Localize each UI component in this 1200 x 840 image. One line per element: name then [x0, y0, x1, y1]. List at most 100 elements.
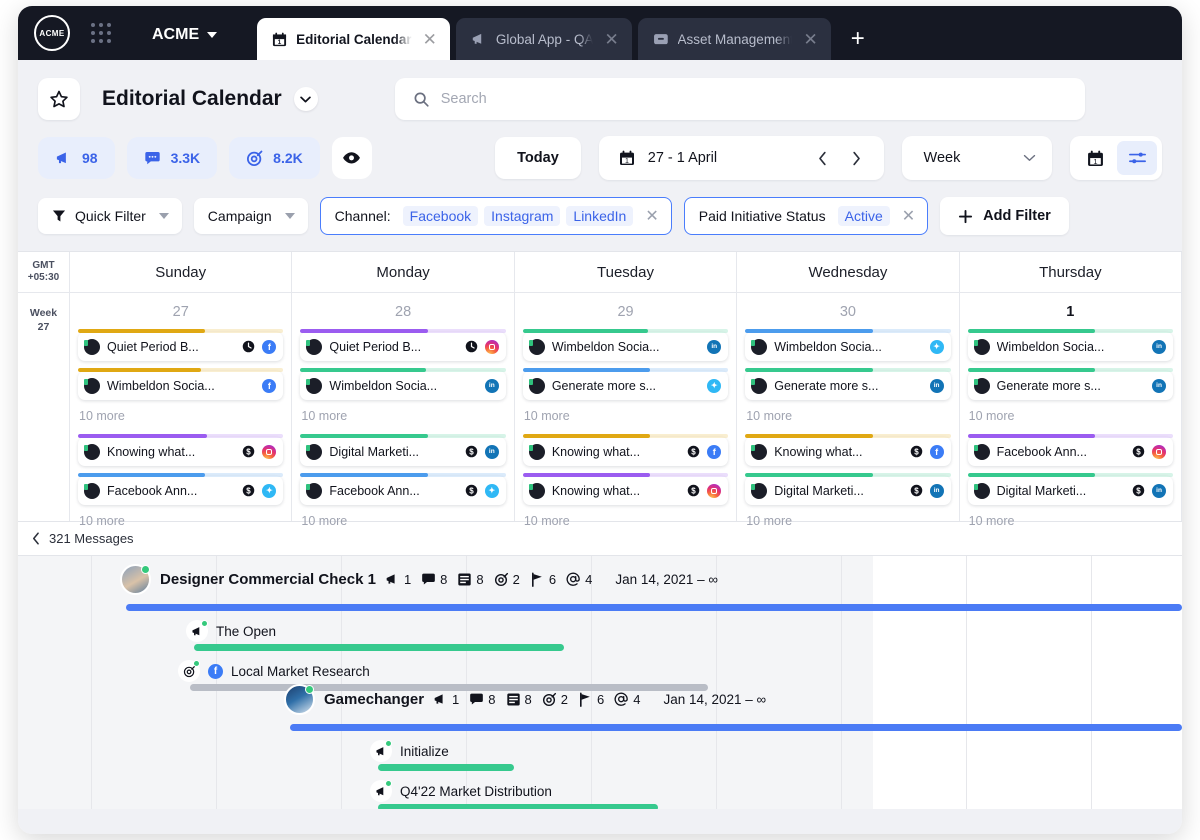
more-events-link[interactable]: 10 more	[968, 512, 1173, 539]
calendar-event[interactable]: Wimbeldon Socia... ✦	[745, 329, 951, 361]
close-icon[interactable]: ✕	[902, 206, 915, 226]
today-button[interactable]: Today	[495, 137, 581, 179]
search-box[interactable]: Search	[394, 78, 1085, 120]
gantt-bar[interactable]	[290, 724, 1182, 731]
calendar-event[interactable]: Digital Marketi... $ in	[967, 473, 1174, 505]
close-icon[interactable]: ✕	[423, 31, 437, 48]
filter-pill-paid-initiative-status[interactable]: Paid Initiative Status Active ✕	[683, 197, 929, 235]
event-card[interactable]: Facebook Ann... $ ✦	[78, 476, 284, 505]
event-card[interactable]: Facebook Ann... $ ✦	[300, 476, 506, 505]
filter-value-linkedin[interactable]: LinkedIn	[566, 206, 634, 226]
close-icon[interactable]: ✕	[604, 31, 618, 48]
avatar	[528, 443, 545, 460]
event-card[interactable]: Wimbeldon Socia... in	[522, 332, 729, 361]
more-events-link[interactable]: 10 more	[745, 512, 950, 539]
calendar-event[interactable]: Wimbeldon Socia... in	[967, 329, 1174, 361]
more-events-link[interactable]: 10 more	[523, 407, 728, 434]
search-input[interactable]: Search	[441, 91, 487, 107]
more-events-link[interactable]: 10 more	[300, 407, 505, 434]
visibility-button[interactable]	[331, 137, 373, 179]
event-card[interactable]: Generate more s... ✦	[522, 371, 729, 400]
calendar-event[interactable]: Generate more s... in	[745, 368, 951, 400]
stat-chip-targets[interactable]: 8.2K	[229, 137, 320, 179]
filter-value-facebook[interactable]: Facebook	[402, 206, 479, 226]
more-events-link[interactable]: 10 more	[968, 407, 1173, 434]
day-column-monday[interactable]: 28 Quiet Period B... Wimbeldon Socia... in 1…	[292, 293, 515, 528]
period-select[interactable]: Week	[901, 136, 1052, 180]
view-settings-button[interactable]	[1117, 141, 1157, 175]
event-card[interactable]: Quiet Period B...	[300, 332, 506, 361]
next-period-button[interactable]	[840, 141, 874, 175]
event-card[interactable]: Wimbeldon Socia... in	[967, 332, 1174, 361]
filter-value-instagram[interactable]: Instagram	[484, 206, 561, 226]
gantt-subbar[interactable]	[378, 804, 658, 809]
event-card[interactable]: Knowing what... $	[522, 476, 729, 505]
stat-chip-megaphone[interactable]: 98	[38, 137, 115, 179]
event-card[interactable]: Wimbeldon Socia... in	[300, 371, 506, 400]
gantt-bar[interactable]	[126, 604, 1182, 611]
tab-global-app-qa[interactable]: Global App - QA ✕	[455, 18, 632, 60]
calendar-event[interactable]: Wimbeldon Socia... f	[78, 368, 284, 400]
event-card[interactable]: Knowing what... $ f	[522, 437, 729, 466]
calendar-event[interactable]: Generate more s... ✦	[522, 368, 729, 400]
event-card[interactable]: Knowing what... $	[78, 437, 284, 466]
tab-asset-management[interactable]: Asset Management ✕	[637, 18, 831, 60]
event-card[interactable]: Wimbeldon Socia... ✦	[745, 332, 951, 361]
event-card[interactable]: Wimbeldon Socia... f	[78, 371, 284, 400]
filter-value-active[interactable]: Active	[837, 206, 890, 226]
gantt-subbar[interactable]	[378, 764, 514, 771]
more-events-link[interactable]: 10 more	[300, 512, 505, 539]
calendar-event[interactable]: Digital Marketi... $ in	[300, 434, 506, 466]
calendar-event[interactable]: Knowing what... $ f	[745, 434, 951, 466]
day-column-wednesday[interactable]: 30 Wimbeldon Socia... ✦ Generate more s... i…	[737, 293, 960, 528]
chevron-down-icon	[300, 96, 311, 102]
favorite-button[interactable]	[38, 78, 80, 120]
day-column-sunday[interactable]: 27 Quiet Period B... f Wimbeldon Socia... f 1…	[70, 293, 293, 528]
page-title-menu-button[interactable]	[293, 87, 318, 111]
view-calendar-button[interactable]: 1	[1075, 141, 1115, 175]
event-card[interactable]: Quiet Period B... f	[78, 332, 284, 361]
event-card[interactable]: Digital Marketi... $ in	[745, 476, 951, 505]
close-icon[interactable]: ✕	[645, 206, 658, 226]
event-card[interactable]: Digital Marketi... $ in	[300, 437, 506, 466]
calendar-event[interactable]: Knowing what... $	[522, 473, 729, 505]
event-card[interactable]: Knowing what... $ f	[745, 437, 951, 466]
calendar-event[interactable]: Quiet Period B... f	[78, 329, 284, 361]
calendar-event[interactable]: Generate more s... in	[967, 368, 1174, 400]
calendar-event[interactable]: Digital Marketi... $ in	[745, 473, 951, 505]
stat-chip-comments[interactable]: 3.3K	[126, 137, 218, 179]
more-events-link[interactable]: 10 more	[745, 407, 950, 434]
filter-pill-channel[interactable]: Channel: Facebook Instagram LinkedIn ✕	[319, 197, 672, 235]
day-column-thursday[interactable]: 1 Wimbeldon Socia... in Generate more s... i…	[960, 293, 1182, 528]
calendar-event[interactable]: Wimbeldon Socia... in	[300, 368, 506, 400]
add-filter-button[interactable]: Add Filter	[940, 197, 1069, 235]
gantt-row[interactable]: Designer Commercial Check 1 1 8 8 2 6 4 Jan 14,…	[18, 564, 1182, 691]
calendar-event[interactable]: Wimbeldon Socia... in	[522, 329, 729, 361]
event-card[interactable]: Generate more s... in	[967, 371, 1174, 400]
day-column-tuesday[interactable]: 29 Wimbeldon Socia... in Generate more s...…	[515, 293, 738, 528]
acme-logo[interactable]: ACME	[34, 15, 70, 51]
tab-editorial-calendar[interactable]: 1 Editorial Calendar ✕	[257, 18, 450, 60]
close-icon[interactable]: ✕	[803, 31, 817, 48]
calendar-event[interactable]: Facebook Ann... $	[967, 434, 1174, 466]
org-switcher[interactable]: ACME	[152, 26, 218, 44]
event-card[interactable]: Digital Marketi... $ in	[967, 476, 1174, 505]
calendar-event[interactable]: Knowing what... $	[78, 434, 284, 466]
campaign-filter-button[interactable]: Campaign	[193, 198, 308, 234]
more-events-link[interactable]: 10 more	[523, 512, 728, 539]
gantt-subbar[interactable]	[194, 644, 564, 651]
event-card[interactable]: Generate more s... in	[745, 371, 951, 400]
more-events-link[interactable]: 10 more	[78, 407, 283, 434]
calendar-event[interactable]: Knowing what... $ f	[522, 434, 729, 466]
calendar-event[interactable]: Quiet Period B...	[300, 329, 506, 361]
new-tab-button[interactable]: +	[831, 18, 885, 60]
app-grid-icon[interactable]	[84, 16, 118, 50]
date-range-picker[interactable]: 1 27 - 1 April	[598, 136, 884, 180]
quick-filter-button[interactable]: Quick Filter	[38, 198, 182, 234]
event-color-bar	[967, 368, 1174, 372]
event-card[interactable]: Facebook Ann... $	[967, 437, 1174, 466]
prev-period-button[interactable]	[806, 141, 840, 175]
gantt-row[interactable]: Gamechanger 1 8 8 2 6 4 Jan 14, 2021 – ∞ Initial…	[18, 684, 1182, 809]
calendar-event[interactable]: Facebook Ann... $ ✦	[78, 473, 284, 505]
calendar-event[interactable]: Facebook Ann... $ ✦	[300, 473, 506, 505]
